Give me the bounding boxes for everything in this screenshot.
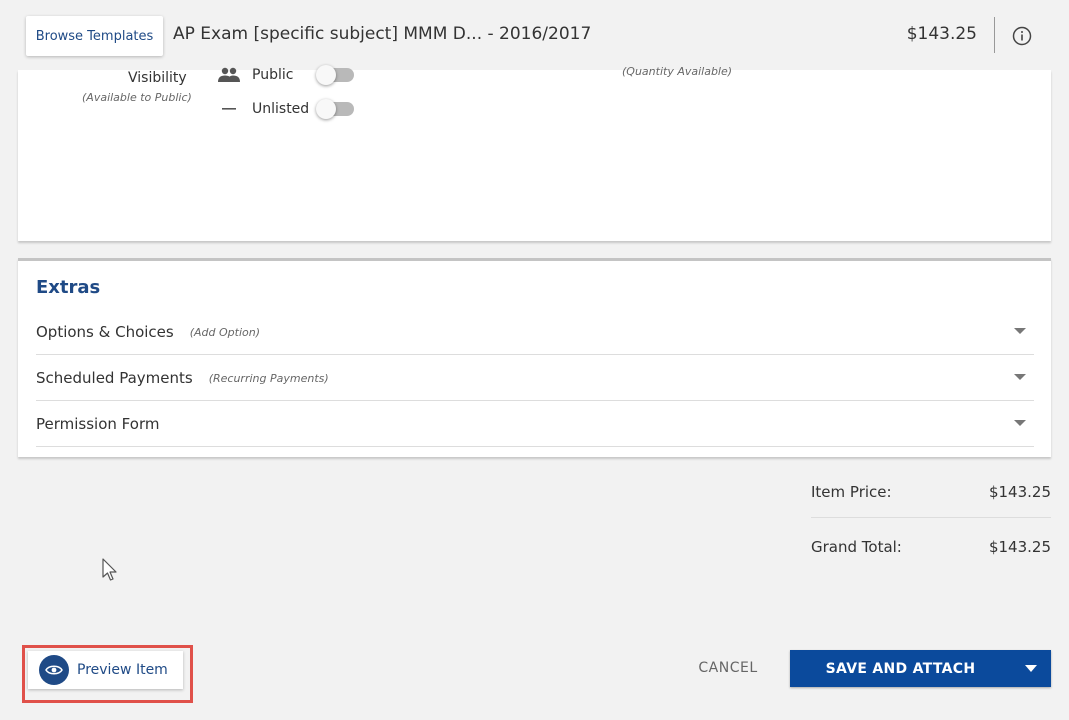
extras-row-permission-form[interactable]: Permission Form	[36, 402, 1034, 447]
mouse-cursor-icon	[102, 558, 117, 581]
toggle-knob	[316, 99, 336, 119]
visibility-sublabel: (Available to Public)	[82, 91, 192, 104]
save-and-attach-label: SAVE AND ATTACH	[825, 660, 976, 677]
header-bar: Browse Templates AP Exam [specific subje…	[0, 0, 1069, 70]
public-toggle[interactable]	[316, 65, 354, 85]
page-title: AP Exam [specific subject] MMM D... - 20…	[173, 24, 592, 44]
dash-icon	[216, 100, 242, 118]
visibility-card: Visibility (Available to Public) (Quanti…	[18, 65, 1051, 241]
item-price-label: Item Price:	[811, 483, 892, 501]
totals-divider	[811, 517, 1051, 518]
extras-row-name: Scheduled Payments	[36, 369, 193, 387]
chevron-down-icon[interactable]	[1014, 374, 1026, 380]
item-price-row: Item Price: $143.25	[811, 483, 1051, 501]
extras-row-options[interactable]: Options & Choices (Add Option)	[36, 310, 1034, 355]
chevron-down-icon[interactable]	[1014, 328, 1026, 334]
visibility-option-unlisted: Unlisted	[216, 99, 354, 119]
visibility-option-label: Unlisted	[252, 101, 310, 117]
grand-total-row: Grand Total: $143.25	[811, 538, 1051, 556]
visibility-option-label: Public	[252, 67, 294, 83]
visibility-label: Visibility	[128, 70, 187, 86]
browse-templates-button[interactable]: Browse Templates	[26, 16, 163, 56]
item-price-value: $143.25	[988, 483, 1051, 501]
eye-icon	[39, 655, 69, 685]
header-divider	[994, 17, 995, 53]
cancel-button[interactable]: CANCEL	[690, 657, 766, 679]
toggle-knob	[316, 65, 336, 85]
extras-row-name: Options & Choices	[36, 323, 174, 341]
extras-row-scheduled-payments[interactable]: Scheduled Payments (Recurring Payments)	[36, 356, 1034, 401]
info-icon[interactable]	[1012, 26, 1032, 46]
save-and-attach-button[interactable]: SAVE AND ATTACH	[790, 650, 1051, 687]
item-editor-page: Browse Templates AP Exam [specific subje…	[0, 0, 1069, 720]
extras-row-hint: (Add Option)	[189, 325, 261, 339]
save-options-dropdown[interactable]	[1011, 650, 1051, 687]
preview-item-button[interactable]: Preview Item	[28, 651, 183, 689]
visibility-option-public: Public	[216, 65, 354, 85]
extras-title: Extras	[36, 277, 101, 298]
header-price: $143.25	[906, 24, 977, 44]
extras-row-name: Permission Form	[36, 415, 160, 433]
caret-down-icon	[1025, 665, 1037, 672]
unlisted-toggle[interactable]	[316, 99, 354, 119]
chevron-down-icon[interactable]	[1014, 420, 1026, 426]
people-icon	[216, 66, 242, 84]
extras-card: Extras Options & Choices (Add Option) Sc…	[18, 258, 1051, 457]
preview-item-label: Preview Item	[77, 662, 168, 678]
extras-row-hint: (Recurring Payments)	[208, 371, 329, 385]
quantity-hint: (Quantity Available)	[622, 65, 733, 78]
grand-total-value: $143.25	[988, 538, 1051, 556]
grand-total-label: Grand Total:	[811, 538, 902, 556]
